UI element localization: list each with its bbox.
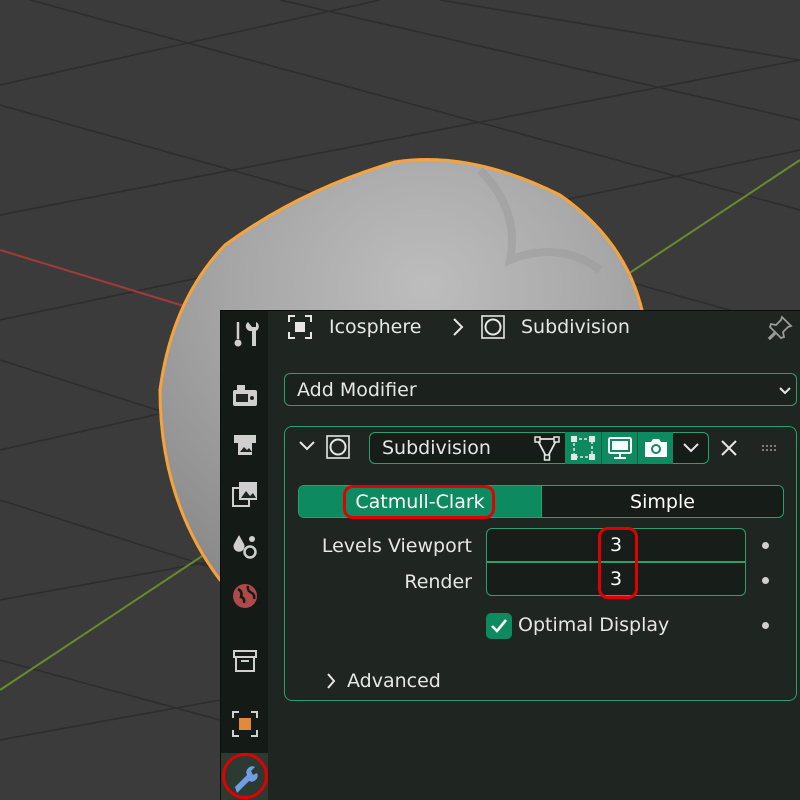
remove-modifier-button[interactable] — [717, 432, 741, 464]
modifier-name-field[interactable]: Subdivision — [369, 432, 529, 464]
option-catmull-clark[interactable]: Catmull-Clark — [299, 486, 541, 517]
add-modifier-dropdown[interactable]: Add Modifier — [284, 373, 797, 406]
properties-tabs — [221, 311, 268, 800]
tab-world[interactable] — [221, 576, 268, 616]
chevron-down-icon — [682, 443, 699, 453]
subdivision-modifier-panel: Subdivision Catmull-Clark Simple Levels … — [284, 426, 797, 701]
scene-icon — [233, 535, 257, 559]
render-levels-value: 3 — [609, 568, 623, 590]
breadcrumb-separator — [451, 316, 465, 338]
advanced-label: Advanced — [347, 670, 441, 692]
object-icon — [288, 315, 312, 339]
printer-icon — [233, 435, 256, 455]
tab-collection[interactable] — [221, 641, 268, 681]
render-levels-field[interactable]: 3 — [486, 562, 746, 596]
chevron-right-icon — [453, 318, 464, 336]
properties-panel: Icosphere Subdivision Add Modifier Subdi… — [220, 310, 800, 800]
modifier-type-icon-box — [325, 434, 351, 464]
on-cage-toggle[interactable] — [565, 432, 601, 464]
viewport-display-toggle[interactable] — [601, 432, 637, 464]
levels-viewport-keyframe-dot[interactable] — [762, 542, 769, 549]
option-simple[interactable]: Simple — [541, 486, 783, 517]
drag-handle-icon — [762, 445, 776, 451]
breadcrumb-object: Icosphere — [287, 314, 421, 340]
subdivision-icon — [481, 315, 505, 339]
render-toggle[interactable] — [637, 432, 673, 464]
close-icon — [721, 440, 737, 456]
tab-view-layer[interactable] — [221, 474, 268, 514]
chevron-right-icon — [327, 673, 336, 689]
optimal-display-keyframe-dot[interactable] — [762, 622, 769, 629]
tab-output[interactable] — [221, 424, 268, 464]
collection-box-icon — [232, 650, 257, 672]
optimal-display-label: Optimal Display — [518, 614, 670, 636]
collapse-toggle[interactable] — [298, 438, 316, 457]
checkmark-icon — [491, 619, 508, 633]
chevron-down-icon — [779, 387, 791, 395]
edit-mode-toggle[interactable] — [529, 432, 565, 464]
pin-icon — [767, 315, 793, 341]
wrench-icon — [234, 766, 258, 793]
chevron-down-icon — [299, 441, 315, 451]
subdivision-icon — [326, 435, 350, 459]
drag-handle[interactable] — [757, 432, 783, 464]
pin-button[interactable] — [766, 314, 794, 342]
levels-viewport-label: Levels Viewport — [321, 535, 472, 557]
option-simple-label: Simple — [630, 490, 695, 513]
breadcrumb-modifier-label: Subdivision — [521, 316, 630, 338]
modifier-options-dropdown[interactable] — [673, 432, 709, 464]
breadcrumb: Icosphere Subdivision — [268, 311, 800, 343]
tab-object[interactable] — [221, 704, 268, 744]
modifier-name: Subdivision — [382, 437, 491, 459]
world-icon — [232, 584, 257, 608]
render-levels-keyframe-dot[interactable] — [762, 577, 769, 584]
tab-render[interactable] — [221, 376, 268, 416]
tool-icon — [234, 322, 259, 347]
monitor-icon — [607, 437, 632, 459]
object-icon — [231, 711, 258, 737]
camera-icon — [644, 439, 667, 457]
camera-back-icon — [232, 385, 257, 406]
modifier-header: Subdivision — [285, 427, 796, 467]
tab-tool[interactable] — [221, 314, 268, 354]
render-levels-label: Render — [404, 571, 472, 593]
option-catmull-clark-label: Catmull-Clark — [355, 490, 485, 513]
breadcrumb-modifier: Subdivision — [480, 314, 630, 340]
subdivision-algorithm-selector: Catmull-Clark Simple — [298, 485, 784, 518]
levels-viewport-value: 3 — [609, 534, 623, 556]
levels-viewport-field[interactable]: 3 — [486, 528, 746, 562]
view-layer-icon — [231, 482, 257, 507]
properties-content: Icosphere Subdivision Add Modifier Subdi… — [268, 311, 800, 800]
on-cage-icon — [571, 436, 595, 460]
tab-modifiers[interactable] — [221, 753, 268, 800]
advanced-subpanel-header[interactable]: Advanced — [325, 670, 441, 692]
breadcrumb-object-label: Icosphere — [329, 316, 422, 338]
tab-scene[interactable] — [221, 526, 268, 566]
optimal-display-checkbox[interactable] — [486, 613, 512, 639]
edit-mode-icon — [534, 436, 560, 461]
add-modifier-label: Add Modifier — [297, 378, 417, 401]
